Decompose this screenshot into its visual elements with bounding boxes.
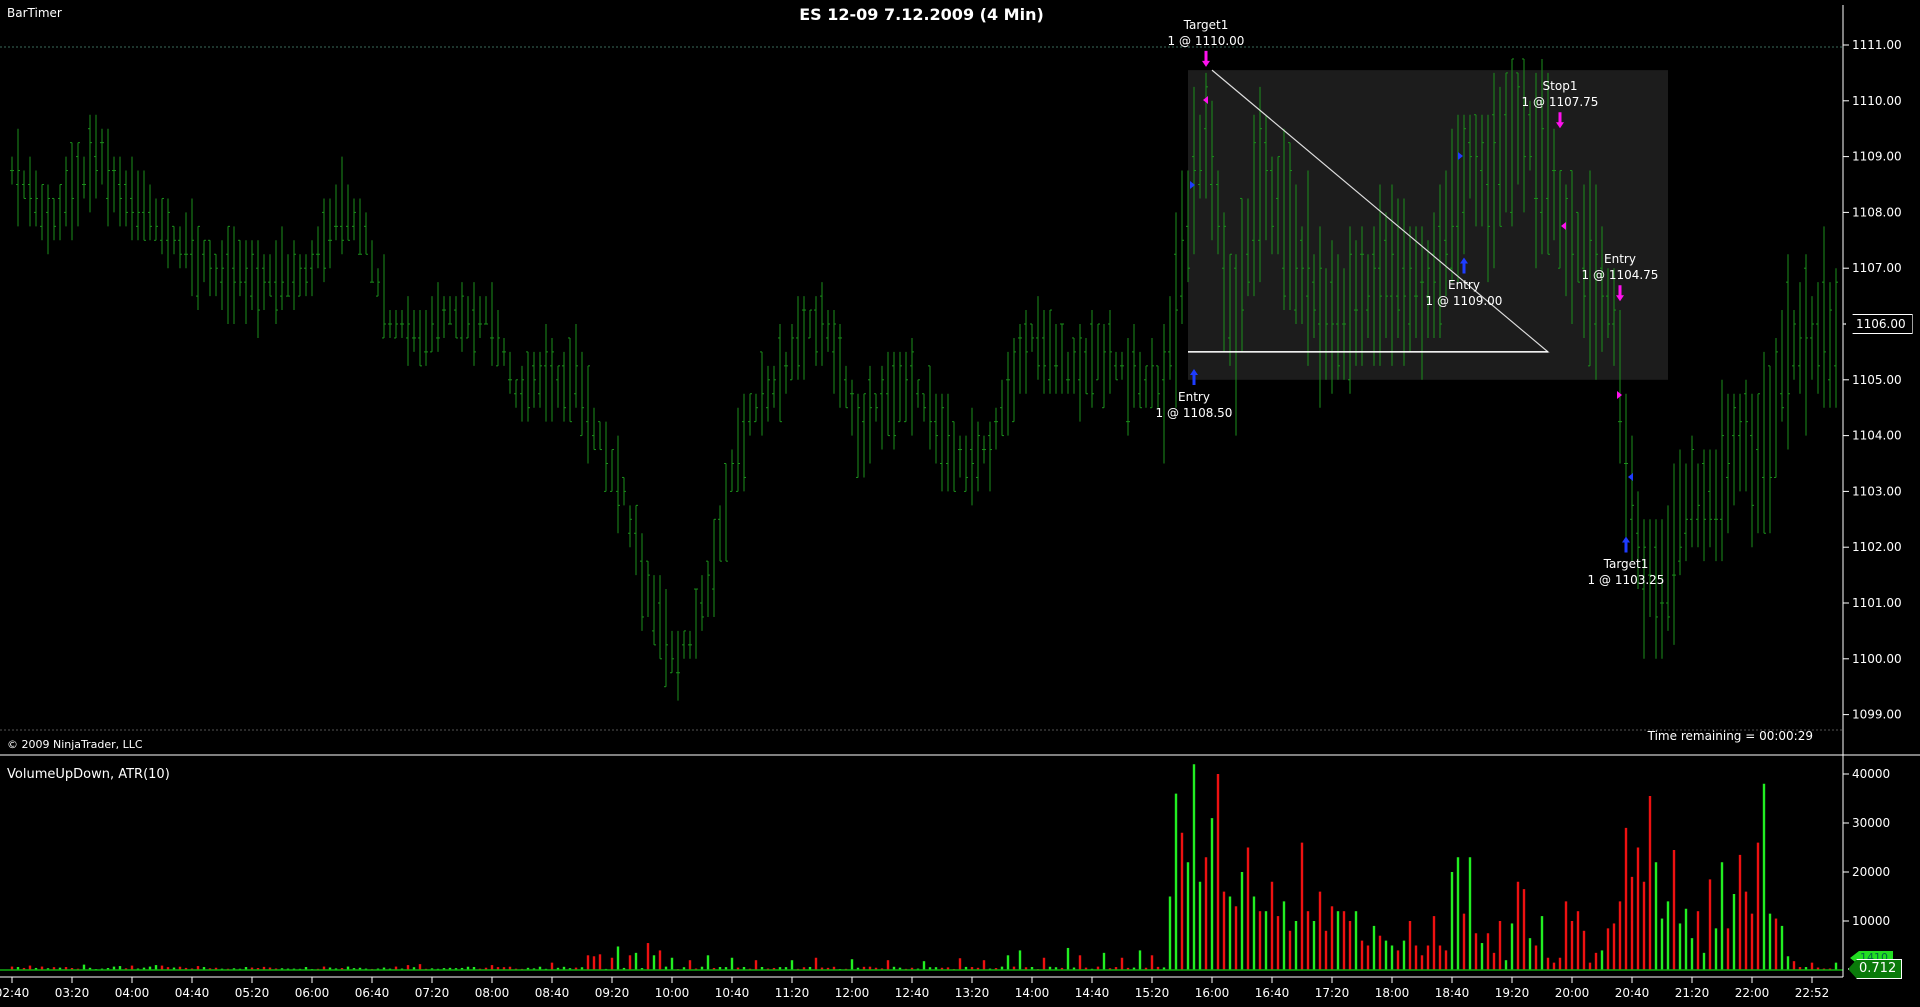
last-price-marker: 1106.00	[1845, 314, 1913, 334]
time-tick-label: 08:00	[475, 986, 510, 1000]
execution-fill: 1 @ 1103.25	[1587, 573, 1665, 588]
time-tick-label: 20:40	[1615, 986, 1650, 1000]
time-tick-label: 08:40	[535, 986, 570, 1000]
execution-name: Entry	[1448, 278, 1480, 293]
indicator-panel-label: VolumeUpDown, ATR(10)	[7, 767, 170, 782]
price-tick-label: 1108.00	[1852, 205, 1902, 219]
time-tick-label: 12:40	[895, 986, 930, 1000]
execution-fill: 1 @ 1110.00	[1167, 33, 1245, 48]
time-tick-label: 16:40	[1255, 986, 1290, 1000]
chart-canvas[interactable]: 1111.00 1110.00 1109.00 1108.00 1107.00 1106.…	[0, 0, 1920, 1007]
price-tick-label: 1102.00	[1852, 540, 1902, 554]
time-tick-label: 14:40	[1075, 986, 1110, 1000]
execution-label: Target1 1 @ 1103.25	[1588, 556, 1665, 588]
execution-fill: 1 @ 1104.75	[1581, 268, 1659, 283]
execution-label: Entry 1 @ 1108.50	[1156, 389, 1233, 421]
price-tick-label: 1103.00	[1852, 484, 1902, 498]
execution-label: Entry 1 @ 1104.75	[1582, 251, 1659, 283]
price-tick-label: 1099.00	[1852, 708, 1902, 722]
execution-name: Entry	[1604, 252, 1636, 267]
time-tick-label: 15:20	[1135, 986, 1170, 1000]
time-remaining: Time remaining = 00:00:29	[1647, 729, 1813, 743]
time-tick-label: 09:20	[595, 986, 630, 1000]
time-tick-label: 06:40	[355, 986, 390, 1000]
time-tick-label: 10:00	[655, 986, 690, 1000]
execution-name: Entry	[1178, 390, 1210, 405]
price-tick-label: 1109.00	[1852, 150, 1902, 164]
time-tick-label: 22:52	[1795, 986, 1830, 1000]
time-tick-label: 06:00	[295, 986, 330, 1000]
execution-fill: 1 @ 1108.50	[1155, 406, 1233, 421]
execution-name: Target1	[1183, 17, 1229, 32]
volume-tick-label: 30000	[1852, 816, 1890, 830]
buy-arrow-icon	[1622, 536, 1630, 553]
time-tick-label: 20:00	[1555, 986, 1590, 1000]
volume-tick-label: 10000	[1852, 914, 1890, 928]
time-tick-label: 17:20	[1315, 986, 1350, 1000]
fill-marker-icon	[1628, 473, 1633, 481]
execution-fill: 1 @ 1109.00	[1425, 294, 1503, 309]
time-tick-label: 18:40	[1435, 986, 1470, 1000]
chart-title: ES 12-09 7.12.2009 (4 Min)	[799, 5, 1044, 24]
execution-name: Stop1	[1542, 79, 1578, 94]
time-tick-label: 19:20	[1495, 986, 1530, 1000]
time-tick-label: 21:20	[1675, 986, 1710, 1000]
price-tick-label: 1110.00	[1852, 94, 1902, 108]
price-tick-label: 1100.00	[1852, 652, 1902, 666]
volume-tick-label: 20000	[1852, 865, 1890, 879]
execution-label: Entry 1 @ 1109.00	[1426, 277, 1503, 309]
time-tick-label: 03:20	[55, 986, 90, 1000]
time-tick-label: 16:00	[1195, 986, 1230, 1000]
time-tick-label: 05:20	[235, 986, 270, 1000]
price-tick-label: 1111.00	[1852, 38, 1902, 52]
time-tick-label: 13:20	[955, 986, 990, 1000]
time-tick-label: 12:00	[835, 986, 870, 1000]
price-tick-label: 1107.00	[1852, 261, 1902, 275]
time-tick-label: 07:20	[415, 986, 450, 1000]
execution-fill: 1 @ 1107.75	[1521, 95, 1599, 110]
price-tick-label: 1104.00	[1852, 429, 1902, 443]
atr-value-marker: 0.712	[1848, 959, 1903, 979]
time-tick-label: 14:00	[1015, 986, 1050, 1000]
price-tick-label: 1101.00	[1852, 596, 1902, 610]
time-tick-label: 22:00	[1735, 986, 1770, 1000]
price-tick-label: 1105.00	[1852, 373, 1902, 387]
time-tick-label: 04:00	[115, 986, 150, 1000]
execution-label: Stop1 1 @ 1107.75	[1522, 78, 1599, 110]
sell-arrow-icon	[1202, 50, 1210, 67]
time-tick-label: 11:20	[775, 986, 810, 1000]
execution-name: Target1	[1603, 557, 1649, 572]
copyright-text: © 2009 NinjaTrader, LLC	[7, 738, 143, 751]
time-tick-label: 04:40	[175, 986, 210, 1000]
execution-label: Target1 1 @ 1110.00	[1168, 17, 1245, 49]
time-tick-label: 02:40	[0, 986, 29, 1000]
time-tick-label: 10:40	[715, 986, 750, 1000]
time-tick-label: 18:00	[1375, 986, 1410, 1000]
volume-tick-label: 40000	[1852, 767, 1890, 781]
